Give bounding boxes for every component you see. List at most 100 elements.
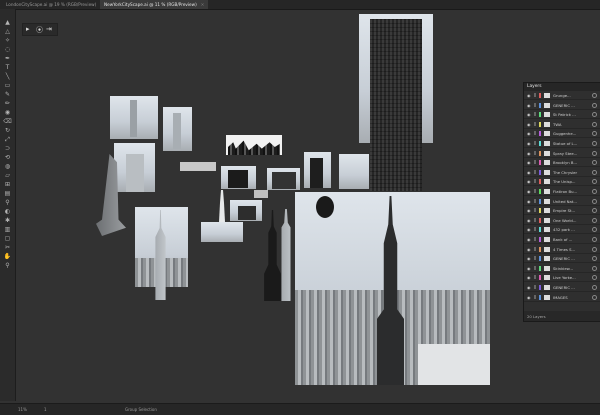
target-icon[interactable] xyxy=(592,141,597,146)
lock-icon[interactable] xyxy=(534,112,536,117)
layer-row[interactable]: ◉ GENERIC ... xyxy=(524,284,600,292)
layer-row[interactable]: ◉ United Nat... xyxy=(524,198,600,206)
lock-icon[interactable] xyxy=(534,265,536,270)
eye-icon[interactable]: ◉ xyxy=(527,122,531,127)
eye-icon[interactable]: ◉ xyxy=(527,93,531,98)
lock-icon[interactable] xyxy=(534,256,536,261)
zoom-tool-icon[interactable]: ⚲ xyxy=(3,262,12,269)
eye-icon[interactable]: ◉ xyxy=(527,237,531,242)
eye-icon[interactable]: ◉ xyxy=(527,112,531,117)
target-icon[interactable] xyxy=(592,189,597,194)
artboard-number[interactable]: 1 xyxy=(44,407,47,412)
target-icon[interactable] xyxy=(592,294,597,300)
zoom-level[interactable]: 11% xyxy=(18,407,27,412)
blob-brush-tool-icon[interactable]: ◉ xyxy=(3,109,12,116)
target-icon[interactable] xyxy=(592,208,597,214)
layer-row[interactable]: ◉ 4 Times S... xyxy=(524,246,600,254)
target-icon[interactable] xyxy=(592,275,597,281)
next-icon[interactable]: ⇥ xyxy=(46,25,52,33)
lock-icon[interactable] xyxy=(534,179,536,184)
magic-wand-tool-icon[interactable]: ✧ xyxy=(3,37,12,44)
line-tool-icon[interactable]: ╲ xyxy=(3,73,12,80)
eye-icon[interactable]: ◉ xyxy=(527,199,531,204)
type-tool-icon[interactable]: T xyxy=(3,64,12,71)
lock-icon[interactable] xyxy=(534,227,536,232)
lock-icon[interactable] xyxy=(534,93,536,97)
lock-icon[interactable] xyxy=(534,285,536,289)
lock-icon[interactable] xyxy=(534,294,536,299)
target-icon[interactable] xyxy=(592,285,597,290)
pencil-tool-icon[interactable]: ✏ xyxy=(3,100,12,107)
lock-icon[interactable] xyxy=(534,237,536,241)
eye-icon[interactable]: ◉ xyxy=(527,189,531,194)
gradient-tool-icon[interactable]: ▤ xyxy=(3,190,12,197)
lock-icon[interactable] xyxy=(534,217,536,222)
lock-icon[interactable] xyxy=(534,150,536,155)
target-icon[interactable] xyxy=(592,237,597,242)
eye-icon[interactable]: ◉ xyxy=(527,170,531,175)
lock-icon[interactable] xyxy=(534,169,536,174)
eye-icon[interactable]: ◉ xyxy=(527,247,531,252)
eye-icon[interactable]: ◉ xyxy=(527,208,531,213)
shape-builder-tool-icon[interactable]: ◍ xyxy=(3,163,12,170)
eyedropper-tool-icon[interactable]: ⚲ xyxy=(3,199,12,206)
eye-icon[interactable]: ◉ xyxy=(527,141,531,146)
layer-row[interactable]: ◉ St Patrick ... xyxy=(524,111,600,120)
rotate-tool-icon[interactable]: ↻ xyxy=(3,127,12,134)
close-icon[interactable]: ✕ xyxy=(201,2,205,7)
rectangle-tool-icon[interactable]: ▭ xyxy=(3,82,12,89)
layer-row[interactable]: ◉ The Chrysler xyxy=(524,169,600,177)
blend-tool-icon[interactable]: ◐ xyxy=(3,208,12,215)
target-icon[interactable] xyxy=(592,246,597,252)
play-icon[interactable]: ▸ xyxy=(26,25,30,33)
eye-icon[interactable]: ◉ xyxy=(527,295,531,300)
tab-newyork[interactable]: NewYorkCityScape.ai @ 11 % (RGB/Preview)… xyxy=(100,0,209,9)
layer-row[interactable]: ◉ Spray Stee... xyxy=(524,150,600,158)
eye-icon[interactable]: ◉ xyxy=(527,131,531,136)
target-icon[interactable] xyxy=(592,102,597,108)
symbol-sprayer-tool-icon[interactable]: ✱ xyxy=(3,217,12,224)
arrow-tool-icon[interactable]: ▲ xyxy=(3,19,12,26)
bridge-drawing[interactable] xyxy=(180,162,216,171)
eye-icon[interactable]: ◉ xyxy=(527,218,531,223)
lock-icon[interactable] xyxy=(534,160,536,165)
lock-icon[interactable] xyxy=(534,275,536,280)
tab-london[interactable]: LondonCityScape.ai @ 19 % (RGB/Preview)✕ xyxy=(2,0,108,9)
layer-row[interactable]: ◉ Empire St... xyxy=(524,207,600,216)
graph-tool-icon[interactable]: ▥ xyxy=(3,226,12,233)
width-tool-icon[interactable]: ⊃ xyxy=(3,145,12,152)
layer-row[interactable]: ◉ TWA xyxy=(524,121,600,129)
direct-select-tool-icon[interactable]: △ xyxy=(3,28,12,35)
eye-icon[interactable]: ◉ xyxy=(527,285,531,290)
artboard-tool-icon[interactable]: ▢ xyxy=(3,235,12,242)
target-icon[interactable] xyxy=(592,93,597,98)
target-icon[interactable] xyxy=(592,198,597,204)
lock-icon[interactable] xyxy=(534,141,536,145)
eye-icon[interactable]: ◉ xyxy=(527,227,531,232)
scale-tool-icon[interactable]: ⤢ xyxy=(3,136,12,143)
lock-icon[interactable] xyxy=(534,102,536,107)
lasso-tool-icon[interactable]: ◌ xyxy=(3,46,12,53)
lock-icon[interactable] xyxy=(534,121,536,126)
target-icon[interactable] xyxy=(592,131,597,137)
eraser-tool-icon[interactable]: ⌫ xyxy=(3,118,12,125)
target-icon[interactable] xyxy=(592,265,597,271)
lock-icon[interactable] xyxy=(534,189,536,193)
light-photo[interactable] xyxy=(339,154,369,189)
globe-logo-icon[interactable] xyxy=(316,196,334,218)
slice-tool-icon[interactable]: ✂ xyxy=(3,244,12,251)
lock-icon[interactable] xyxy=(534,131,536,136)
paintbrush-tool-icon[interactable]: ✎ xyxy=(3,91,12,98)
eye-icon[interactable]: ◉ xyxy=(527,151,531,156)
layer-row[interactable]: ◉ Flatiron Bu... xyxy=(524,188,600,196)
layer-row[interactable]: ◉ GENERIC ... xyxy=(524,255,600,264)
target-icon[interactable] xyxy=(592,227,597,233)
layer-row[interactable]: ◉ Skinkiew... xyxy=(524,265,600,273)
layer-row[interactable]: ◉ Grunge... xyxy=(524,92,600,100)
layer-row[interactable]: ◉ The Unisp... xyxy=(524,178,600,187)
eye-icon[interactable]: ◉ xyxy=(527,256,531,261)
layer-row[interactable]: ◉ One World... xyxy=(524,217,600,225)
statue-of-liberty-drawing[interactable] xyxy=(219,190,225,222)
perspective-tool-icon[interactable]: ▱ xyxy=(3,172,12,179)
target-icon[interactable] xyxy=(592,150,597,156)
